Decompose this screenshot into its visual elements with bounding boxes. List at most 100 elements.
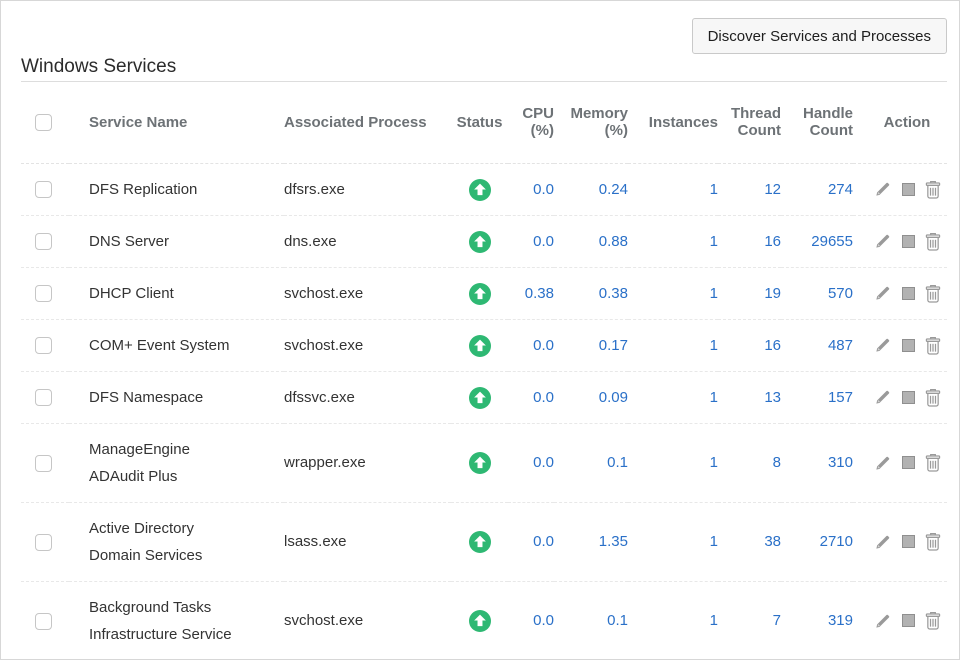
- thread-count-value[interactable]: 7: [718, 581, 781, 660]
- table-row: DHCP Client svchost.exe 0.38 0.38 1 19 5…: [21, 267, 947, 319]
- thread-count-value[interactable]: 16: [718, 319, 781, 371]
- status-up-icon: [469, 179, 491, 201]
- handle-count-value[interactable]: 319: [781, 581, 853, 660]
- stop-icon[interactable]: [902, 535, 915, 548]
- windows-services-page: Discover Services and Processes Windows …: [0, 0, 960, 660]
- edit-icon[interactable]: [874, 232, 892, 250]
- thread-count-value[interactable]: 38: [718, 502, 781, 581]
- delete-icon[interactable]: [925, 532, 941, 551]
- cpu-value[interactable]: 0.0: [508, 423, 554, 502]
- status-up-icon: [469, 335, 491, 357]
- handle-count-value[interactable]: 157: [781, 371, 853, 423]
- instances-value[interactable]: 1: [628, 502, 718, 581]
- row-checkbox[interactable]: [35, 389, 52, 406]
- instances-value[interactable]: 1: [628, 267, 718, 319]
- row-actions: [867, 611, 947, 630]
- table-header-row: Service Name Associated Process Status C…: [21, 82, 947, 163]
- row-checkbox[interactable]: [35, 337, 52, 354]
- row-checkbox[interactable]: [35, 534, 52, 551]
- stop-icon[interactable]: [902, 183, 915, 196]
- instances-value[interactable]: 1: [628, 581, 718, 660]
- thread-count-value[interactable]: 16: [718, 215, 781, 267]
- memory-value[interactable]: 0.38: [554, 267, 628, 319]
- delete-icon[interactable]: [925, 180, 941, 199]
- memory-value[interactable]: 0.1: [554, 423, 628, 502]
- handle-count-value[interactable]: 570: [781, 267, 853, 319]
- stop-icon[interactable]: [902, 287, 915, 300]
- row-checkbox[interactable]: [35, 455, 52, 472]
- cpu-value[interactable]: 0.0: [508, 163, 554, 215]
- row-checkbox[interactable]: [35, 613, 52, 630]
- handle-count-value[interactable]: 487: [781, 319, 853, 371]
- table-row: DFS Replication dfsrs.exe 0.0 0.24 1 12 …: [21, 163, 947, 215]
- row-checkbox[interactable]: [35, 233, 52, 250]
- edit-icon[interactable]: [874, 454, 892, 472]
- handle-count-value[interactable]: 2710: [781, 502, 853, 581]
- select-all-checkbox[interactable]: [35, 114, 52, 131]
- edit-icon[interactable]: [874, 336, 892, 354]
- edit-icon[interactable]: [874, 388, 892, 406]
- handle-count-value[interactable]: 274: [781, 163, 853, 215]
- cpu-value[interactable]: 0.38: [508, 267, 554, 319]
- handle-count-value[interactable]: 29655: [781, 215, 853, 267]
- instances-value[interactable]: 1: [628, 215, 718, 267]
- row-checkbox[interactable]: [35, 285, 52, 302]
- cpu-value[interactable]: 0.0: [508, 215, 554, 267]
- handle-count-value[interactable]: 310: [781, 423, 853, 502]
- col-header-memory: Memory (%): [554, 82, 628, 163]
- thread-count-value[interactable]: 19: [718, 267, 781, 319]
- memory-value[interactable]: 1.35: [554, 502, 628, 581]
- status-up-icon: [469, 531, 491, 553]
- row-actions: [867, 180, 947, 199]
- row-actions: [867, 232, 947, 251]
- instances-value[interactable]: 1: [628, 423, 718, 502]
- memory-value[interactable]: 0.09: [554, 371, 628, 423]
- delete-icon[interactable]: [925, 453, 941, 472]
- memory-value[interactable]: 0.24: [554, 163, 628, 215]
- discover-services-button[interactable]: Discover Services and Processes: [692, 18, 947, 54]
- edit-icon[interactable]: [874, 284, 892, 302]
- delete-icon[interactable]: [925, 388, 941, 407]
- col-header-handle-count: Handle Count: [781, 82, 853, 163]
- associated-process: dns.exe: [284, 215, 451, 267]
- associated-process: dfssvc.exe: [284, 371, 451, 423]
- edit-icon[interactable]: [874, 533, 892, 551]
- table-row: COM+ Event System svchost.exe 0.0 0.17 1…: [21, 319, 947, 371]
- cpu-value[interactable]: 0.0: [508, 371, 554, 423]
- service-name: ManageEngine ADAudit Plus: [69, 423, 284, 502]
- thread-count-value[interactable]: 13: [718, 371, 781, 423]
- instances-value[interactable]: 1: [628, 319, 718, 371]
- edit-icon[interactable]: [874, 612, 892, 630]
- edit-icon[interactable]: [874, 180, 892, 198]
- instances-value[interactable]: 1: [628, 163, 718, 215]
- stop-icon[interactable]: [902, 614, 915, 627]
- status-up-icon: [469, 231, 491, 253]
- stop-icon[interactable]: [902, 235, 915, 248]
- row-checkbox[interactable]: [35, 181, 52, 198]
- table-row: DNS Server dns.exe 0.0 0.88 1 16 29655: [21, 215, 947, 267]
- thread-count-value[interactable]: 12: [718, 163, 781, 215]
- cpu-value[interactable]: 0.0: [508, 502, 554, 581]
- memory-value[interactable]: 0.88: [554, 215, 628, 267]
- thread-count-value[interactable]: 8: [718, 423, 781, 502]
- row-actions: [867, 532, 947, 551]
- associated-process: svchost.exe: [284, 267, 451, 319]
- stop-icon[interactable]: [902, 339, 915, 352]
- cpu-value[interactable]: 0.0: [508, 319, 554, 371]
- stop-icon[interactable]: [902, 456, 915, 469]
- col-header-instances: Instances: [628, 82, 718, 163]
- col-header-cpu: CPU (%): [508, 82, 554, 163]
- instances-value[interactable]: 1: [628, 371, 718, 423]
- memory-value[interactable]: 0.1: [554, 581, 628, 660]
- delete-icon[interactable]: [925, 336, 941, 355]
- delete-icon[interactable]: [925, 611, 941, 630]
- delete-icon[interactable]: [925, 284, 941, 303]
- row-actions: [867, 336, 947, 355]
- col-header-service-name: Service Name: [69, 82, 284, 163]
- stop-icon[interactable]: [902, 391, 915, 404]
- associated-process: dfsrs.exe: [284, 163, 451, 215]
- service-name: COM+ Event System: [69, 319, 284, 371]
- delete-icon[interactable]: [925, 232, 941, 251]
- memory-value[interactable]: 0.17: [554, 319, 628, 371]
- cpu-value[interactable]: 0.0: [508, 581, 554, 660]
